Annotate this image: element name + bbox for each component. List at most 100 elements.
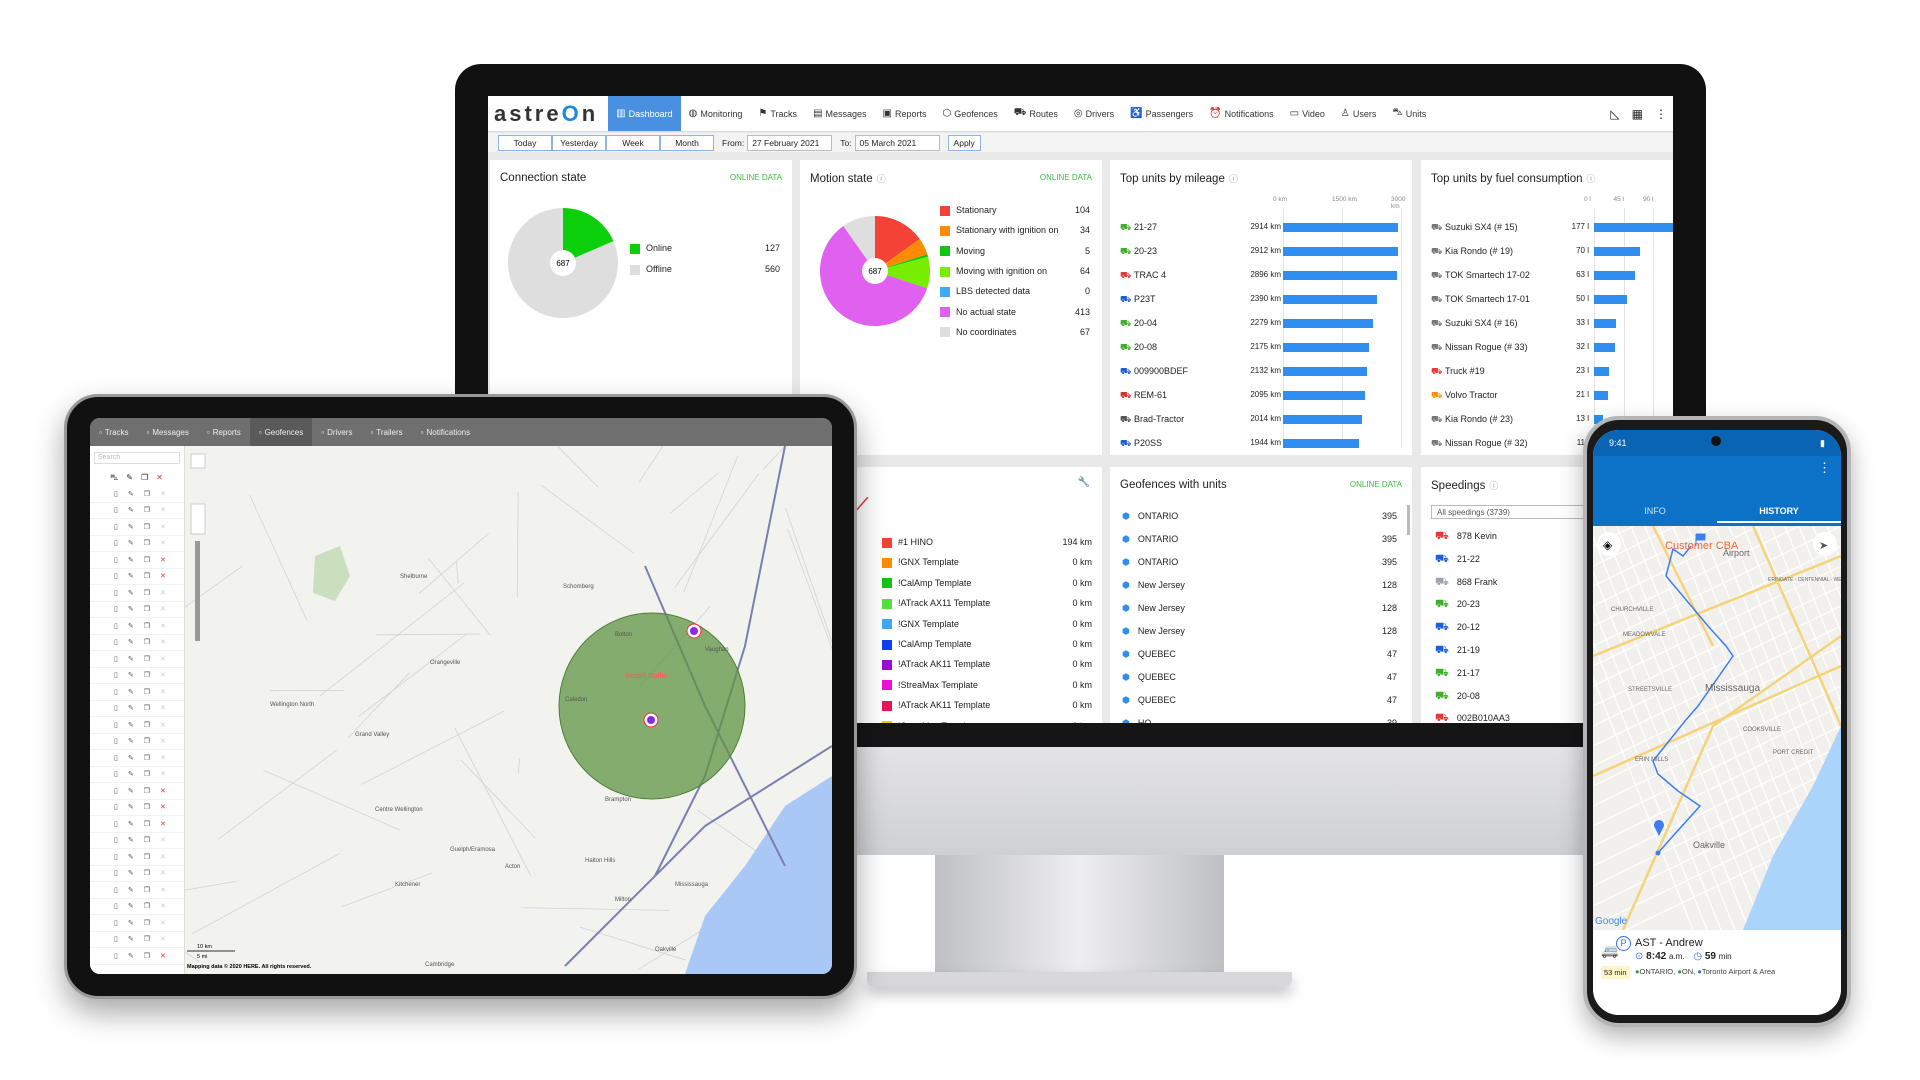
copy-icon[interactable]: ❐ — [144, 490, 150, 498]
unit-name[interactable]: Kia Rondo (# 23) — [1445, 414, 1513, 424]
unit-name[interactable]: 20-04 — [1134, 318, 1157, 328]
status-icon[interactable]: ▯ — [114, 490, 118, 498]
status-icon[interactable]: ▯ — [114, 506, 118, 514]
status-icon[interactable]: ▯ — [114, 556, 118, 564]
status-icon[interactable]: ▯ — [114, 589, 118, 597]
status-icon[interactable]: ▯ — [114, 869, 118, 877]
unit-list-row[interactable]: ▯ ✎ ❐ ✕ — [90, 816, 184, 833]
copy-icon[interactable]: ❐ — [144, 556, 150, 564]
nav-video[interactable]: ▭ Video — [1282, 96, 1333, 131]
nav-reports[interactable]: ▣ Reports — [875, 96, 935, 131]
delete-icon[interactable]: ✕ — [160, 952, 166, 960]
status-icon[interactable]: ▯ — [114, 787, 118, 795]
geofence-row[interactable]: ⬢ HQ 39 — [1122, 718, 1397, 723]
edit-icon[interactable]: ✎ — [128, 704, 134, 712]
unit-name[interactable]: TOK Smartech 17-02 — [1445, 270, 1530, 280]
edit-icon[interactable]: ✎ — [128, 787, 134, 795]
copy-icon[interactable]: ❐ — [144, 869, 150, 877]
unit-icon[interactable]: ⛍ — [110, 473, 118, 483]
copy-icon[interactable]: ❐ — [144, 853, 150, 861]
edit-icon[interactable]: ✎ — [128, 737, 134, 745]
copy-icon[interactable]: ❐ — [144, 770, 150, 778]
delete-icon[interactable]: ✕ — [160, 820, 166, 828]
geofence-row[interactable]: ⬢ QUEBEC 47 — [1122, 649, 1397, 660]
delete-icon[interactable]: ✕ — [160, 539, 166, 547]
period-week-button[interactable]: Week — [606, 135, 660, 151]
delete-icon[interactable]: ✕ — [160, 853, 166, 861]
edit-icon[interactable]: ✎ — [128, 523, 134, 531]
copy-icon[interactable]: ❐ — [144, 721, 150, 729]
tablet-nav-notifications[interactable]: ▫ Notifications — [412, 418, 479, 446]
copy-icon[interactable]: ❐ — [144, 787, 150, 795]
delete-icon[interactable]: ✕ — [160, 605, 166, 613]
unit-list-row[interactable]: ▯ ✎ ❐ ✕ — [90, 536, 184, 553]
status-icon[interactable]: ▯ — [114, 671, 118, 679]
geofence-row[interactable]: ⬢ New Jersey 128 — [1122, 626, 1397, 637]
status-icon[interactable]: ▯ — [114, 688, 118, 696]
edit-icon[interactable]: ✎ — [128, 770, 134, 778]
unit-list-row[interactable]: ▯ ✎ ❐ ✕ — [90, 750, 184, 767]
delete-icon[interactable]: ✕ — [160, 589, 166, 597]
copy-icon[interactable]: ❐ — [144, 671, 150, 679]
speeding-row[interactable]: ⛟ 20-23 — [1435, 598, 1480, 612]
status-icon[interactable]: ▯ — [114, 572, 118, 580]
edit-icon[interactable]: ✎ — [128, 688, 134, 696]
logo[interactable]: astreOn — [494, 101, 598, 127]
edit-icon[interactable]: ✎ — [128, 655, 134, 663]
unit-list-row[interactable]: ▯ ✎ ❐ ✕ — [90, 635, 184, 652]
nav-units[interactable]: ⛍ Units — [1384, 96, 1434, 131]
copy-icon[interactable]: ❐ — [144, 523, 150, 531]
help-icon[interactable]: ⓘ — [1489, 481, 1498, 491]
search-input[interactable]: Search — [94, 452, 180, 464]
edit-icon[interactable]: ✎ — [128, 869, 134, 877]
delete-icon[interactable]: ✕ — [160, 523, 166, 531]
unit-list-row[interactable]: ▯ ✎ ❐ ✕ — [90, 569, 184, 586]
status-icon[interactable]: ▯ — [114, 770, 118, 778]
tablet-nav-messages[interactable]: ▫ Messages — [138, 418, 198, 446]
speeding-row[interactable]: ⛟ 20-12 — [1435, 621, 1480, 635]
edit-icon[interactable]: ✎ — [128, 490, 134, 498]
tablet-nav-drivers[interactable]: ▫ Drivers — [312, 418, 361, 446]
tab-history[interactable]: HISTORY — [1717, 506, 1841, 523]
unit-name[interactable]: TOK Smartech 17-01 — [1445, 294, 1530, 304]
delete-icon[interactable]: ✕ — [160, 671, 166, 679]
speeding-row[interactable]: ⛟ 878 Kevin — [1435, 530, 1497, 544]
unit-name[interactable]: 20-08 — [1134, 342, 1157, 352]
tab-info[interactable]: INFO — [1593, 506, 1717, 516]
copy-icon[interactable]: ❐ — [144, 886, 150, 894]
edit-icon[interactable]: ✎ — [126, 473, 133, 483]
unit-list-row[interactable]: ▯ ✎ ❐ ✕ — [90, 734, 184, 751]
delete-icon[interactable]: ✕ — [160, 655, 166, 663]
unit-name[interactable]: REM-61 — [1134, 390, 1167, 400]
copy-icon[interactable]: ❐ — [141, 473, 148, 483]
unit-list-row[interactable]: ▯ ✎ ❐ ✕ — [90, 915, 184, 932]
apps-grid-icon[interactable]: ▦ — [1632, 107, 1643, 121]
status-icon[interactable]: ▯ — [114, 919, 118, 927]
unit-list-row[interactable]: ▯ ✎ ❐ ✕ — [90, 800, 184, 817]
delete-icon[interactable]: ✕ — [160, 902, 166, 910]
copy-icon[interactable]: ❐ — [144, 803, 150, 811]
unit-list-row[interactable]: ▯ ✎ ❐ ✕ — [90, 948, 184, 965]
delete-icon[interactable]: ✕ — [160, 721, 166, 729]
edit-icon[interactable]: ✎ — [128, 836, 134, 844]
copy-icon[interactable]: ❐ — [144, 935, 150, 943]
unit-name[interactable]: 20-23 — [1134, 246, 1157, 256]
geofence-row[interactable]: ⬢ New Jersey 128 — [1122, 580, 1397, 591]
edit-icon[interactable]: ✎ — [128, 622, 134, 630]
status-icon[interactable]: ▯ — [114, 539, 118, 547]
edit-icon[interactable]: ✎ — [128, 539, 134, 547]
copy-icon[interactable]: ❐ — [144, 902, 150, 910]
delete-icon[interactable]: ✕ — [160, 506, 166, 514]
copy-icon[interactable]: ❐ — [144, 655, 150, 663]
unit-list-row[interactable]: ▯ ✎ ❐ ✕ — [90, 618, 184, 635]
unit-list-row[interactable]: ▯ ✎ ❐ ✕ — [90, 519, 184, 536]
unit-list-row[interactable]: ▯ ✎ ❐ ✕ — [90, 783, 184, 800]
unit-name[interactable]: TRAC 4 — [1134, 270, 1166, 280]
delete-icon[interactable]: ✕ — [160, 737, 166, 745]
delete-icon[interactable]: ✕ — [160, 935, 166, 943]
unit-list-row[interactable]: ▯ ✎ ❐ ✕ — [90, 503, 184, 520]
delete-icon[interactable]: ✕ — [160, 803, 166, 811]
tablet-map[interactable]: Install Dollar Orangeville Shelburne Grand… — [185, 446, 832, 974]
period-today-button[interactable]: Today — [498, 135, 552, 151]
tablet-nav-reports[interactable]: ▫ Reports — [198, 418, 250, 446]
